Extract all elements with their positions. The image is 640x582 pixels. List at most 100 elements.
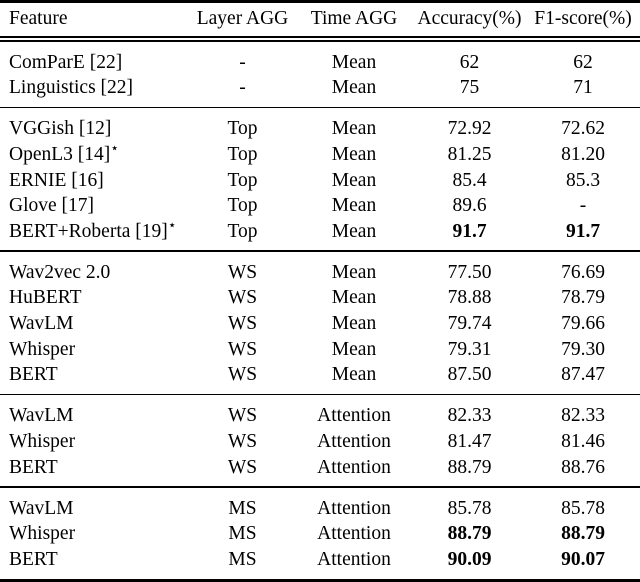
cell-accuracy: 77.50: [447, 261, 492, 283]
cell-f1-score: 79.66: [561, 313, 605, 335]
cell-feature: ERNIE [16]: [9, 169, 104, 191]
cell-time-agg: Mean: [331, 287, 377, 309]
table-row: Glove [17] Top Mean 89.6 -: [0, 193, 640, 219]
table-row: Whisper WS Mean 79.31 79.30: [0, 337, 640, 363]
cell-layer-agg: Top: [227, 169, 258, 191]
table-row: Linguistics [22] - Mean 75 71: [0, 75, 640, 101]
cell-layer-agg: Top: [227, 220, 258, 242]
table-group-group-ws-mean: Wav2vec 2.0 WS Mean 77.50 76.69 HuBERT WS Mean 7…: [0, 260, 640, 388]
cell-time-agg: Attention: [317, 497, 391, 519]
cell-accuracy: 85.4: [452, 169, 487, 191]
cell-f1-score: 82.33: [561, 405, 605, 427]
column-header-accuracy: Accuracy(%): [417, 7, 522, 29]
footnote-star-marker: ⋆: [167, 217, 177, 234]
column-header-layer-agg: Layer AGG: [196, 7, 289, 29]
cell-accuracy: 87.50: [447, 364, 492, 386]
cell-f1-score: 78.79: [561, 287, 605, 309]
footnote-star-marker: ⋆: [110, 140, 120, 157]
column-header-f1-score: F1-score(%): [534, 7, 632, 29]
table-row: WavLM WS Attention 82.33 82.33: [0, 403, 640, 429]
cell-layer-agg: Top: [227, 195, 258, 217]
cell-accuracy: 79.31: [447, 338, 492, 360]
cell-accuracy: 81.25: [447, 143, 492, 165]
cell-accuracy: 82.33: [447, 405, 492, 427]
cell-accuracy: 85.78: [447, 497, 492, 519]
cell-feature: WavLM: [9, 497, 74, 519]
cell-accuracy: 62: [459, 51, 480, 73]
cell-feature: HuBERT: [9, 287, 82, 309]
cell-time-agg: Mean: [331, 143, 377, 165]
cell-layer-agg: WS: [227, 405, 258, 427]
cell-layer-agg: -: [239, 51, 246, 73]
cell-feature: WavLM: [9, 405, 74, 427]
cell-layer-agg: WS: [227, 431, 258, 453]
cell-layer-agg: MS: [228, 523, 257, 545]
cell-feature: BERT: [9, 456, 58, 478]
cell-f1-score: 81.20: [561, 143, 605, 165]
table-row: HuBERT WS Mean 78.88 78.79: [0, 285, 640, 311]
table-header-row: Feature Layer AGG Time AGG Accuracy(%) F…: [0, 3, 640, 36]
cell-layer-agg: WS: [227, 261, 258, 283]
table-row: VGGish [12] Top Mean 72.92 72.62: [0, 116, 640, 142]
table-row: BERT WS Attention 88.79 88.76: [0, 455, 640, 481]
group-spacer-top: [0, 108, 640, 116]
cell-feature: OpenL3 [14]⋆: [9, 140, 120, 165]
cell-accuracy: 72.92: [447, 118, 492, 140]
cell-accuracy: 88.79: [447, 523, 492, 545]
column-header-feature: Feature: [9, 7, 68, 29]
cell-time-agg: Attention: [317, 456, 391, 478]
column-header-time-agg: Time AGG: [310, 7, 398, 29]
cell-feature: Whisper: [9, 523, 76, 545]
cell-time-agg: Attention: [317, 431, 391, 453]
results-table-figure: Feature Layer AGG Time AGG Accuracy(%) F…: [0, 0, 640, 582]
cell-time-agg: Attention: [317, 523, 391, 545]
cell-layer-agg: WS: [227, 364, 258, 386]
cell-layer-agg: WS: [227, 313, 258, 335]
table-row: Wav2vec 2.0 WS Mean 77.50 76.69: [0, 260, 640, 286]
group-spacer-top: [0, 252, 640, 260]
cell-feature: Wav2vec 2.0: [9, 261, 111, 283]
table-row: Whisper MS Attention 88.79 88.79: [0, 521, 640, 547]
table-row: WavLM WS Mean 79.74 79.66: [0, 311, 640, 337]
cell-layer-agg: MS: [228, 549, 257, 571]
cell-feature: Whisper: [9, 338, 76, 360]
cell-feature: BERT: [9, 364, 58, 386]
table-row: OpenL3 [14]⋆ Top Mean 81.25 81.20: [0, 140, 640, 168]
table-row: ComParE [22] - Mean 62 62: [0, 50, 640, 76]
group-spacer-top: [0, 395, 640, 403]
cell-feature: WavLM: [9, 313, 74, 335]
cell-feature: ComParE [22]: [9, 51, 123, 73]
table-row: BERT MS Attention 90.09 90.07: [0, 547, 640, 573]
cell-layer-agg: Top: [227, 143, 258, 165]
cell-f1-score: 62: [573, 51, 593, 73]
cell-accuracy: 89.6: [452, 195, 487, 217]
table-row: WavLM MS Attention 85.78 85.78: [0, 496, 640, 522]
cell-time-agg: Attention: [317, 549, 391, 571]
cell-f1-score: -: [579, 195, 587, 217]
cell-accuracy: 90.09: [447, 549, 492, 571]
cell-time-agg: Mean: [331, 364, 377, 386]
cell-f1-score: 76.69: [561, 261, 605, 283]
cell-time-agg: Mean: [331, 195, 377, 217]
cell-f1-score: 90.07: [561, 549, 605, 571]
table-bottom-rule: [0, 578, 640, 582]
cell-f1-score: 85.78: [561, 497, 605, 519]
cell-accuracy: 75: [459, 77, 480, 99]
cell-layer-agg: WS: [227, 338, 258, 360]
table-group-group-ms-attention: WavLM MS Attention 85.78 85.78 Whisper MS Atten…: [0, 496, 640, 573]
cell-layer-agg: WS: [227, 456, 258, 478]
cell-time-agg: Mean: [331, 313, 377, 335]
table-row: BERT+Roberta [19]⋆ Top Mean 91.7 91.7: [0, 217, 640, 245]
table-row: ERNIE [16] Top Mean 85.4 85.3: [0, 167, 640, 193]
cell-feature: BERT+Roberta [19]⋆: [9, 217, 177, 242]
cell-time-agg: Mean: [331, 169, 377, 191]
cell-layer-agg: WS: [227, 287, 258, 309]
cell-layer-agg: MS: [228, 497, 257, 519]
cell-f1-score: 85.3: [565, 169, 601, 191]
cell-accuracy: 79.74: [447, 313, 492, 335]
table-group-group-top-mean: VGGish [12] Top Mean 72.92 72.62 OpenL3 [14]⋆…: [0, 116, 640, 244]
table-body: ComParE [22] - Mean 62 62 Linguistics [22] - Me…: [0, 42, 640, 579]
cell-f1-score: 81.46: [561, 431, 605, 453]
group-spacer-top: [0, 42, 640, 50]
cell-f1-score: 91.7: [565, 220, 601, 242]
